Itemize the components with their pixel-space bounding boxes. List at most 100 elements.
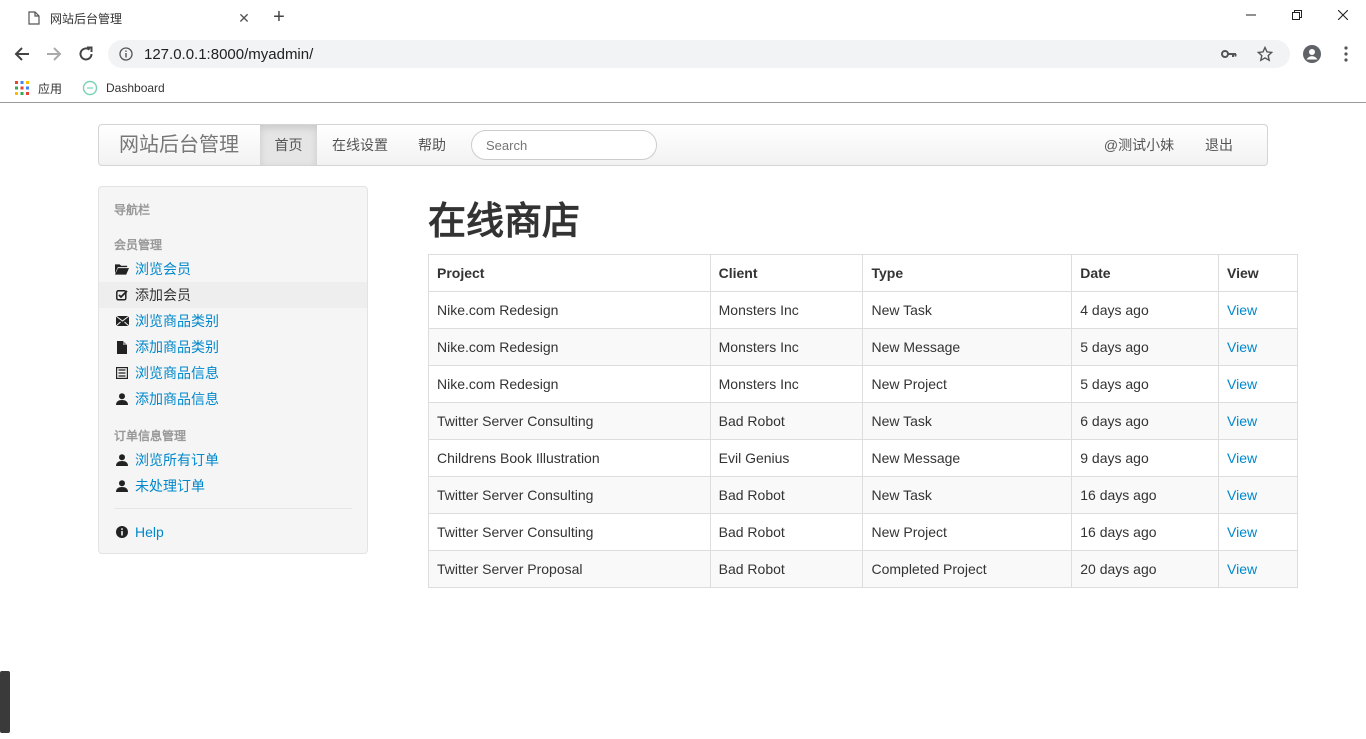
table-row: Childrens Book Illustration Evil Genius Ne…: [428, 439, 1298, 477]
bookmark-dashboard[interactable]: Dashboard: [82, 78, 165, 98]
key-icon[interactable]: [1218, 43, 1240, 65]
nav-logout-link[interactable]: 退出: [1194, 125, 1244, 165]
table-cell: Completed Project: [862, 550, 1073, 588]
sidebar-item-label: 未处理订单: [135, 478, 205, 494]
reload-icon[interactable]: [72, 40, 100, 68]
top-navbar: 网站后台管理 首页 在线设置 帮助 @测试小妹 退出: [98, 124, 1268, 166]
table-cell: Bad Robot: [709, 513, 864, 551]
new-tab-icon[interactable]: +: [268, 6, 290, 28]
url-text[interactable]: 127.0.0.1:8000/myadmin/: [144, 46, 1218, 63]
table-cell: 4 days ago: [1071, 291, 1220, 329]
sidebar-item-pending-orders[interactable]: 未处理订单: [99, 473, 367, 499]
sidebar-item-help[interactable]: Help: [99, 519, 367, 545]
view-link[interactable]: View: [1218, 328, 1298, 366]
forward-arrow-icon[interactable]: [40, 40, 68, 68]
bookmarks-bar: 应用 Dashboard: [0, 72, 1366, 103]
table-cell: New Task: [862, 291, 1073, 329]
back-arrow-icon[interactable]: [8, 40, 36, 68]
table-row: Twitter Server Consulting Bad Robot New Ta…: [428, 402, 1298, 440]
nav-item-settings[interactable]: 在线设置: [323, 125, 397, 165]
floating-side-widget[interactable]: [0, 671, 10, 733]
sidebar-item-all-orders[interactable]: 浏览所有订单: [99, 447, 367, 473]
sidebar-item-add-member[interactable]: 添加会员: [99, 282, 367, 308]
close-window-icon[interactable]: [1320, 0, 1366, 30]
info-sign-icon: [115, 525, 129, 539]
table-cell: New Message: [862, 328, 1073, 366]
table-cell: 6 days ago: [1071, 402, 1220, 440]
view-link[interactable]: View: [1218, 550, 1298, 588]
column-header: Project: [428, 254, 711, 292]
browser-toolbar: 127.0.0.1:8000/myadmin/: [0, 36, 1366, 72]
view-link[interactable]: View: [1218, 365, 1298, 403]
folder-open-icon: [115, 262, 129, 276]
table-cell: Bad Robot: [709, 476, 864, 514]
table-cell: New Task: [862, 476, 1073, 514]
view-link[interactable]: View: [1218, 402, 1298, 440]
envelope-icon: [115, 314, 129, 328]
minimize-icon[interactable]: [1228, 0, 1274, 30]
sidebar: 导航栏 会员管理 浏览会员 添加会员 浏览商品类别 添加商品类别 浏览商品信息 …: [98, 186, 368, 554]
table-cell: Twitter Server Consulting: [428, 402, 711, 440]
sidebar-item-label: 浏览所有订单: [135, 452, 219, 468]
info-icon[interactable]: [118, 46, 134, 62]
search-input[interactable]: [471, 130, 657, 160]
sidebar-item-label: 添加会员: [135, 287, 191, 303]
view-link[interactable]: View: [1218, 439, 1298, 477]
sidebar-item-label: 添加商品信息: [135, 391, 219, 407]
sidebar-item-browse-members[interactable]: 浏览会员: [99, 256, 367, 282]
table-cell: Bad Robot: [709, 402, 864, 440]
table-cell: Evil Genius: [709, 439, 864, 477]
sidebar-item-label: Help: [135, 524, 164, 540]
table-cell: Twitter Server Consulting: [428, 513, 711, 551]
table-cell: 16 days ago: [1071, 476, 1220, 514]
table-cell: Twitter Server Consulting: [428, 476, 711, 514]
sidebar-header: 导航栏: [114, 203, 151, 217]
table-row: Twitter Server Proposal Bad Robot Complete…: [428, 550, 1298, 588]
table-cell: Nike.com Redesign: [428, 291, 711, 329]
table-cell: Childrens Book Illustration: [428, 439, 711, 477]
bookmark-label: Dashboard: [106, 81, 165, 95]
nav-item-help[interactable]: 帮助: [407, 125, 457, 165]
page-content: 网站后台管理 首页 在线设置 帮助 @测试小妹 退出 导航栏 会员管理 浏览会员…: [0, 104, 1366, 739]
more-vert-icon[interactable]: [1336, 42, 1356, 66]
table-cell: New Project: [862, 365, 1073, 403]
sidebar-group-title: 会员管理: [114, 238, 163, 252]
view-link[interactable]: View: [1218, 476, 1298, 514]
table-cell: Nike.com Redesign: [428, 328, 711, 366]
table-row: Nike.com Redesign Monsters Inc New Task 4 d…: [428, 291, 1298, 329]
tab-title: 网站后台管理: [50, 11, 123, 26]
table-cell: New Message: [862, 439, 1073, 477]
table-row: Nike.com Redesign Monsters Inc New Project…: [428, 365, 1298, 403]
sidebar-item-add-category[interactable]: 添加商品类别: [99, 334, 367, 360]
orders-table: Project Client Type Date View Nike.com R…: [428, 254, 1298, 588]
nav-user-link[interactable]: @测试小妹: [1094, 125, 1184, 165]
bookmark-star-icon[interactable]: [1254, 43, 1276, 65]
column-header: Type: [862, 254, 1073, 292]
table-cell: 5 days ago: [1071, 328, 1220, 366]
sidebar-divider: [114, 508, 352, 509]
table-cell: Monsters Inc: [709, 365, 864, 403]
view-link[interactable]: View: [1218, 513, 1298, 551]
view-link[interactable]: View: [1218, 291, 1298, 329]
nav-item-home[interactable]: 首页: [260, 125, 317, 165]
restore-icon[interactable]: [1274, 0, 1320, 30]
sidebar-item-add-product[interactable]: 添加商品信息: [99, 386, 367, 412]
tab-close-icon[interactable]: ✕: [236, 10, 252, 26]
bookmark-apps[interactable]: 应用: [14, 78, 62, 98]
sidebar-item-label: 添加商品类别: [135, 339, 219, 355]
list-alt-icon: [115, 366, 129, 380]
dashboard-favicon-icon: [82, 80, 98, 96]
address-bar[interactable]: 127.0.0.1:8000/myadmin/: [108, 40, 1290, 68]
sidebar-item-browse-products[interactable]: 浏览商品信息: [99, 360, 367, 386]
table-cell: 16 days ago: [1071, 513, 1220, 551]
sidebar-item-label: 浏览商品信息: [135, 365, 219, 381]
table-cell: Monsters Inc: [709, 328, 864, 366]
bookmark-label: 应用: [38, 81, 63, 96]
user-icon: [115, 453, 129, 467]
column-header: Client: [709, 254, 864, 292]
browser-tab[interactable]: 网站后台管理 ✕: [14, 0, 258, 36]
profile-avatar-icon[interactable]: [1300, 42, 1324, 66]
table-cell: New Project: [862, 513, 1073, 551]
brand-logo[interactable]: 网站后台管理: [119, 125, 239, 165]
sidebar-item-browse-categories[interactable]: 浏览商品类别: [99, 308, 367, 334]
